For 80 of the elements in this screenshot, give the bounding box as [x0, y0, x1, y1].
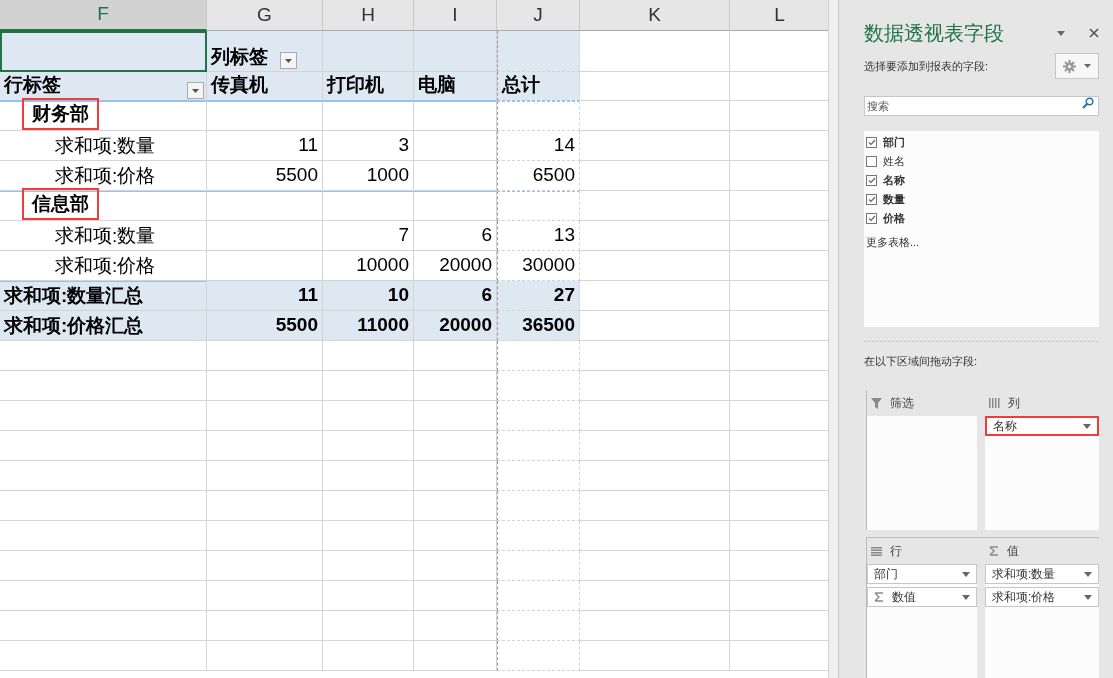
field-label: 部门	[883, 135, 905, 151]
search-icon	[1082, 97, 1094, 109]
column-header[interactable]: F	[0, 0, 207, 31]
area-drop-zone[interactable]: 求和项:数量 求和项:价格	[985, 564, 1099, 678]
caret-icon	[962, 594, 970, 600]
value-cell: 11	[207, 131, 323, 161]
search-field[interactable]: 搜索	[864, 96, 1099, 116]
total-value: 11	[207, 281, 323, 311]
panel-title: 数据透视表字段	[864, 21, 1004, 46]
column-labels-header: 列标签	[211, 44, 268, 69]
column-header[interactable]: K	[580, 0, 730, 31]
caret-icon	[1084, 64, 1091, 68]
value-cell: 5500	[207, 161, 323, 191]
grand-total-label: 求和项:价格汇总	[0, 311, 207, 341]
row-label: 求和项:数量	[0, 131, 207, 161]
grand-total-label: 求和项:数量汇总	[0, 281, 207, 311]
total-value: 10	[323, 281, 414, 311]
row-label: 求和项:价格	[0, 161, 207, 191]
column-header-label: 打印机	[323, 72, 414, 101]
total-value: 20000	[414, 311, 497, 341]
value-cell: 7	[323, 221, 414, 251]
columns-icon	[989, 398, 1000, 408]
caret-icon	[1084, 594, 1092, 600]
total-value: 36500	[497, 311, 580, 341]
value-cell: 6	[414, 221, 497, 251]
area-field-item[interactable]: 求和项:数量	[985, 564, 1099, 584]
area-label: 值	[1007, 543, 1019, 560]
caret-icon	[962, 571, 970, 577]
areas-caption: 在以下区域间拖动字段:	[864, 355, 978, 367]
total-value: 6	[414, 281, 497, 311]
rows-icon	[871, 546, 882, 556]
filter-dropdown-button[interactable]	[280, 52, 297, 69]
more-tables-link[interactable]: 更多表格...	[864, 234, 920, 251]
filter-icon	[871, 397, 882, 409]
row-label: 求和项:数量	[0, 221, 207, 251]
field-checkbox[interactable]	[866, 137, 877, 148]
total-value: 11000	[323, 311, 414, 341]
field-checkbox[interactable]	[866, 175, 877, 186]
close-icon[interactable]	[1089, 28, 1099, 38]
fields-caption: 选择要添加到报表的字段:	[864, 58, 989, 74]
field-checkbox[interactable]	[866, 156, 877, 167]
area-field-item[interactable]: 求和项:价格	[985, 587, 1099, 607]
area-field-item[interactable]: 部门	[867, 564, 977, 584]
column-header-label: 电脑	[414, 72, 497, 101]
selected-cell[interactable]	[0, 31, 207, 72]
total-value: 5500	[207, 311, 323, 341]
row-labels-header: 行标签	[4, 72, 61, 97]
group-label: 信息部	[22, 187, 99, 220]
panel-menu-caret-icon[interactable]	[1057, 30, 1065, 36]
field-label: 名称	[883, 173, 905, 189]
value-cell: 6500	[497, 161, 580, 191]
caret-icon	[1083, 423, 1091, 429]
caret-icon	[192, 88, 199, 93]
total-value: 27	[497, 281, 580, 311]
caret-icon	[1084, 571, 1092, 577]
field-checkbox[interactable]	[866, 194, 877, 205]
field-label: 数量	[883, 192, 905, 208]
field-checkbox[interactable]	[866, 213, 877, 224]
column-header-label: 总计	[497, 72, 580, 101]
vertical-scrollbar[interactable]	[828, 0, 838, 678]
filter-dropdown-button[interactable]	[187, 82, 204, 99]
group-label: 财务部	[22, 97, 99, 130]
field-label: 价格	[883, 211, 905, 227]
area-field-item[interactable]: 名称	[985, 416, 1099, 436]
gear-icon	[1063, 59, 1076, 73]
value-cell: 13	[497, 221, 580, 251]
settings-button[interactable]	[1055, 53, 1099, 79]
value-cell: 14	[497, 131, 580, 161]
area-field-item[interactable]: 数值	[867, 587, 977, 607]
field-label: 姓名	[883, 154, 905, 170]
area-drop-zone[interactable]: 部门 数值	[867, 564, 977, 678]
area-label: 行	[890, 543, 902, 560]
column-header-label: 传真机	[207, 72, 323, 101]
area-label: 列	[1008, 395, 1020, 412]
value-cell: 3	[323, 131, 414, 161]
caret-icon	[285, 58, 292, 63]
sigma-icon	[989, 546, 999, 556]
value-cell: 1000	[323, 161, 414, 191]
area-label: 筛选	[890, 395, 914, 412]
area-drop-zone[interactable]: 名称	[985, 416, 1099, 530]
